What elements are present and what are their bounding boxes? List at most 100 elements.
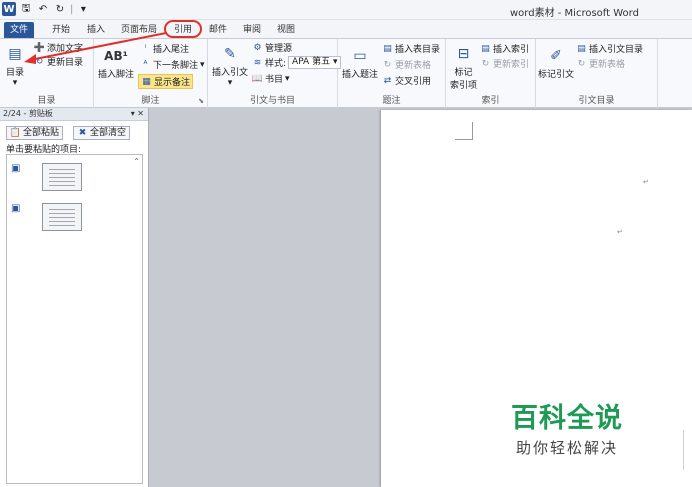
add-text-button[interactable]: ➕ 添加文字 xyxy=(33,41,83,55)
group-captions-label: 题注 xyxy=(382,96,401,106)
endnote-icon: ⁱ xyxy=(144,43,147,54)
insert-table-of-figures-label: 插入表目录 xyxy=(395,45,441,55)
insert-citation-icon: ✎ xyxy=(224,46,236,62)
paste-all-label: 全部粘贴 xyxy=(23,128,60,138)
undo-icon[interactable]: ↶ xyxy=(36,2,50,16)
insert-caption-button[interactable]: ▭ 插入题注 xyxy=(342,45,378,80)
paragraph-mark: ↵ xyxy=(643,178,649,186)
update-index-icon: ↻ xyxy=(481,58,490,69)
insert-footnote-label: 插入脚注 xyxy=(98,70,135,80)
bibliography-dropdown-icon: ▾ xyxy=(285,73,290,84)
update-index-label: 更新索引 xyxy=(493,60,530,70)
clear-all-button[interactable]: ✖ 全部清空 xyxy=(73,126,131,140)
tab-page-layout[interactable]: 页面布局 xyxy=(118,22,160,38)
redo-icon[interactable]: ↻ xyxy=(53,2,67,16)
pane-options-icon[interactable]: ▾ xyxy=(131,109,135,118)
paragraph-mark: ↵ xyxy=(617,228,623,236)
tab-review[interactable]: 审阅 xyxy=(240,22,264,38)
tab-file[interactable]: 文件 xyxy=(4,22,34,38)
tab-mailings[interactable]: 邮件 xyxy=(206,22,230,38)
group-footnotes-label: 脚注 xyxy=(141,96,160,106)
update-toa-icon: ↻ xyxy=(577,58,586,69)
mark-entry-label-1: 标记 xyxy=(454,68,473,78)
update-toa-button[interactable]: ↻ 更新表格 xyxy=(576,57,626,71)
group-citations: ✎ 插入引文 ▾ ⚙ 管理源 ≋ 样式: APA 第五 ▾ 📖 书目 ▾ 引文与… xyxy=(208,39,342,109)
clipboard-pane: 2/24 - 剪贴板 ▾ ✕ 📋 全部粘贴 ✖ 全部清空 单击要粘贴的项目: ⌃… xyxy=(0,108,149,487)
tab-insert[interactable]: 插入 xyxy=(84,22,108,38)
group-toa-label: 引文目录 xyxy=(578,96,615,106)
update-toa-label: 更新表格 xyxy=(589,60,626,70)
pane-close-icon[interactable]: ✕ xyxy=(137,109,144,118)
add-text-icon: ➕ xyxy=(33,42,46,53)
mark-entry-label-2: 索引项 xyxy=(450,81,478,91)
references-highlight-circle xyxy=(164,20,202,38)
bibliography-button[interactable]: 📖 书目 ▾ xyxy=(251,72,290,86)
watermark: 百科全说 助你轻松解决 xyxy=(511,396,623,458)
insert-toa-icon: ▤ xyxy=(577,43,586,54)
clear-all-label: 全部清空 xyxy=(90,128,127,138)
watermark-title: 百科全说 xyxy=(511,403,623,434)
manage-sources-label: 管理源 xyxy=(265,44,293,54)
cross-reference-button[interactable]: ⇄ 交叉引用 xyxy=(382,74,432,88)
quick-access-toolbar: W 🖫 ↶ ↻ | ▾ xyxy=(2,2,90,16)
toc-icon: ▤ xyxy=(8,46,22,62)
toc-button-label: 目录 xyxy=(5,68,24,78)
word-logo-icon: W xyxy=(2,2,16,16)
clipboard-item[interactable]: ▣ xyxy=(11,163,83,191)
insert-table-of-figures-button[interactable]: ▤ 插入表目录 xyxy=(382,42,441,56)
clipboard-pane-title: 2/24 - 剪贴板 xyxy=(3,109,53,118)
clipboard-pane-header: 2/24 - 剪贴板 ▾ ✕ xyxy=(0,108,148,121)
update-index-button[interactable]: ↻ 更新索引 xyxy=(480,57,530,71)
table-of-figures-icon: ▤ xyxy=(383,43,392,54)
mark-entry-icon: ⊟ xyxy=(457,46,470,62)
update-table-icon: ↻ xyxy=(383,59,392,70)
update-table-label: 更新表格 xyxy=(395,61,432,71)
paste-all-button[interactable]: 📋 全部粘贴 xyxy=(6,126,64,140)
insert-index-button[interactable]: ▤ 插入索引 xyxy=(480,42,530,56)
footnotes-launcher-icon[interactable]: ⬊ xyxy=(198,97,204,105)
show-notes-label: 显示备注 xyxy=(154,78,191,88)
scroll-up-icon[interactable]: ⌃ xyxy=(133,157,140,166)
clipboard-item[interactable]: ▣ xyxy=(11,203,83,231)
tab-view[interactable]: 视图 xyxy=(274,22,298,38)
tab-home[interactable]: 开始 xyxy=(48,22,74,38)
qat-customize-icon[interactable]: ▾ xyxy=(76,2,90,16)
ribbon-tabs: 文件 开始 插入 页面布局 引用 邮件 审阅 视图 xyxy=(0,20,692,38)
citation-style-select[interactable]: APA 第五 ▾ xyxy=(288,56,342,69)
margin-corner-mark xyxy=(455,122,473,140)
bibliography-icon: 📖 xyxy=(251,73,264,84)
next-footnote-button[interactable]: ᴬ 下一条脚注 ▾ xyxy=(140,58,205,72)
citation-style-control: ≋ 样式: APA 第五 ▾ xyxy=(252,56,342,69)
insert-endnote-button[interactable]: ⁱ 插入尾注 xyxy=(140,42,190,56)
next-footnote-icon: ᴬ xyxy=(143,59,148,70)
manage-sources-button[interactable]: ⚙ 管理源 xyxy=(252,41,293,55)
update-toc-button[interactable]: ↻ 更新目录 xyxy=(34,55,83,69)
group-footnotes: AB¹ 插入脚注 ⁱ 插入尾注 ᴬ 下一条脚注 ▾ ▦ 显示备注 脚注 ⬊ xyxy=(94,39,208,109)
clipboard-item-icon: ▣ xyxy=(11,163,21,174)
insert-footnote-button[interactable]: AB¹ 插入脚注 xyxy=(98,45,134,80)
update-table-button[interactable]: ↻ 更新表格 xyxy=(382,58,432,72)
citation-style-label: 样式: xyxy=(265,59,287,69)
group-toc-label: 目录 xyxy=(37,96,56,106)
insert-endnote-label: 插入尾注 xyxy=(153,45,190,55)
toc-dropdown-icon: ▾ xyxy=(12,78,18,88)
toc-button[interactable]: ▤ 目录 ▾ xyxy=(4,43,26,88)
clipboard-item-list: ⌃ ▣ ▣ xyxy=(6,154,143,484)
insert-index-label: 插入索引 xyxy=(493,45,530,55)
clear-all-icon: ✖ xyxy=(78,128,87,138)
qat-separator: | xyxy=(70,3,74,15)
mark-citation-icon: ✐ xyxy=(550,48,562,64)
show-notes-button[interactable]: ▦ 显示备注 xyxy=(138,74,194,89)
group-toa: ✐ 标记引文 ▤ 插入引文目录 ↻ 更新表格 引文目录 xyxy=(536,39,658,109)
footnote-ab-icon: AB¹ xyxy=(104,49,128,63)
insert-toa-button[interactable]: ▤ 插入引文目录 xyxy=(576,42,643,56)
mark-entry-button[interactable]: ⊟ 标记 索引项 xyxy=(450,43,477,91)
cross-reference-label: 交叉引用 xyxy=(395,77,432,87)
insert-citation-button[interactable]: ✎ 插入引文 ▾ xyxy=(212,43,248,88)
save-icon[interactable]: 🖫 xyxy=(19,2,33,16)
insert-citation-label: 插入引文 xyxy=(212,68,249,78)
mark-citation-button[interactable]: ✐ 标记引文 xyxy=(538,45,574,80)
style-icon: ≋ xyxy=(253,57,262,68)
clipboard-item-thumbnail xyxy=(42,163,83,191)
clipboard-item-thumbnail xyxy=(42,203,83,231)
